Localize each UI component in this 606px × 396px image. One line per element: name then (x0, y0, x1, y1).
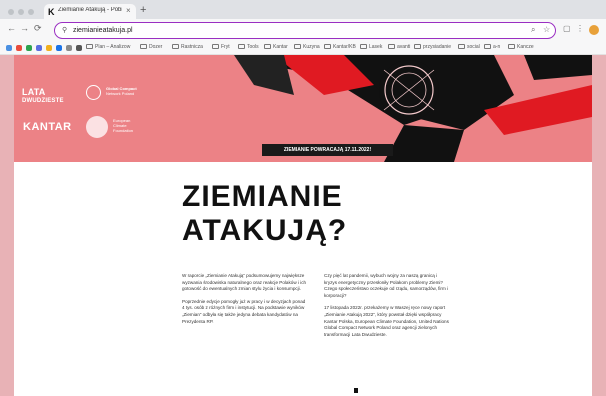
paragraph: 17 listopada 2022r. przekażemy w Waszej … (324, 305, 449, 337)
app-icon[interactable] (46, 45, 52, 51)
text-column-right: Czy pięć lat pandemii, wybuch wojny za n… (324, 273, 449, 344)
event-banner[interactable]: ZIEMIANIE POWRACAJĄ 17.11.2022! (262, 144, 393, 156)
tab-bar: K Ziemianie Atakują - Pobierz × + (0, 0, 606, 19)
page-title: ZIEMIANIE ATAKUJĄ? (182, 180, 348, 247)
profile-avatar[interactable] (589, 25, 599, 35)
menu-icon[interactable]: ⋮ (576, 24, 584, 33)
app-icon[interactable] (76, 45, 82, 51)
bookmark-item[interactable]: Dozer (140, 44, 162, 50)
bookmark-item[interactable]: avanti (388, 44, 410, 50)
bookmark-item[interactable]: przysiadanie (414, 44, 451, 50)
paragraph: W raporcie „Ziemianie Atakują” podsumowu… (182, 273, 307, 292)
bookmark-item[interactable]: Fryt (212, 44, 230, 50)
back-button[interactable]: ← (7, 23, 16, 33)
maximize-window-button[interactable] (28, 9, 34, 15)
bookmark-item[interactable]: Plan – Analizow (86, 44, 130, 50)
lata-dwudzieste-logo[interactable]: LATA DWUDZIESTE (22, 88, 64, 106)
star-icon[interactable]: ☆ (543, 25, 550, 34)
hero-section: LATA DWUDZIESTE KANTAR Global Compact Ne… (14, 55, 592, 162)
bookmark-item[interactable]: Kuzyna (294, 44, 320, 50)
ecf-logo-icon (86, 116, 108, 138)
app-icon[interactable] (6, 45, 12, 51)
global-compact-logo[interactable]: Global Compact Network Poland (106, 86, 137, 96)
bookmark-item[interactable]: Kantar/KB (324, 44, 356, 50)
bookmark-item[interactable]: social (458, 44, 480, 50)
close-window-button[interactable] (8, 9, 14, 15)
text-column-left: W raporcie „Ziemianie Atakują” podsumowu… (182, 273, 307, 331)
paragraph: Czy pięć lat pandemii, wybuch wojny za n… (324, 273, 449, 298)
forward-button[interactable]: → (20, 23, 29, 33)
kantar-logo[interactable]: KANTAR (23, 121, 72, 133)
new-tab-button[interactable]: + (140, 4, 146, 16)
paragraph: Poprzednie edycje pomogły już w pracy i … (182, 298, 306, 324)
article-section: ZIEMIANIE ATAKUJĄ? W raporcie „Ziemianie… (14, 162, 592, 396)
bookmark-item[interactable]: Tools (238, 44, 259, 50)
sheets-icon[interactable] (26, 45, 32, 51)
browser-tab[interactable]: K Ziemianie Atakują - Pobierz × (44, 4, 136, 19)
lock-icon[interactable]: ⚲ (62, 26, 67, 34)
browser-toolbar: ← → ⟳ ⚲ ziemianieatakuja.pl ⌕ ☆ ▢ ⋮ (0, 19, 606, 42)
bookmark-item[interactable]: Lasek (360, 44, 382, 50)
bookmark-item[interactable]: Kantar (264, 44, 288, 50)
app-icon[interactable] (56, 45, 62, 51)
minimize-window-button[interactable] (18, 9, 24, 15)
bookmark-item[interactable]: Kancze (508, 44, 534, 50)
extensions-icon[interactable]: ▢ (563, 24, 571, 33)
url-text[interactable]: ziemianieatakuja.pl (73, 27, 133, 34)
reload-button[interactable]: ⟳ (34, 23, 42, 34)
scroll-marker (354, 388, 358, 393)
globe-icon (86, 85, 101, 100)
bookmark-item[interactable]: a-n (484, 44, 500, 50)
app-icon[interactable] (36, 45, 42, 51)
address-bar[interactable]: ⚲ ziemianieatakuja.pl ⌕ ☆ (54, 22, 556, 39)
kantar-favicon-icon: K (48, 7, 55, 17)
zoom-icon[interactable]: ⌕ (531, 25, 535, 35)
tab-close-icon[interactable]: × (126, 6, 131, 15)
app-icon[interactable] (66, 45, 72, 51)
gmail-icon[interactable] (16, 45, 22, 51)
bookmark-item[interactable]: Rastnicza (172, 44, 203, 50)
tab-title: Ziemianie Atakują - Pobierz (58, 7, 122, 13)
bookmarks-bar: Plan – Analizow Dozer Rastnicza Fryt Too… (0, 42, 606, 55)
european-climate-foundation-logo[interactable]: European Climate Foundation (113, 118, 133, 133)
